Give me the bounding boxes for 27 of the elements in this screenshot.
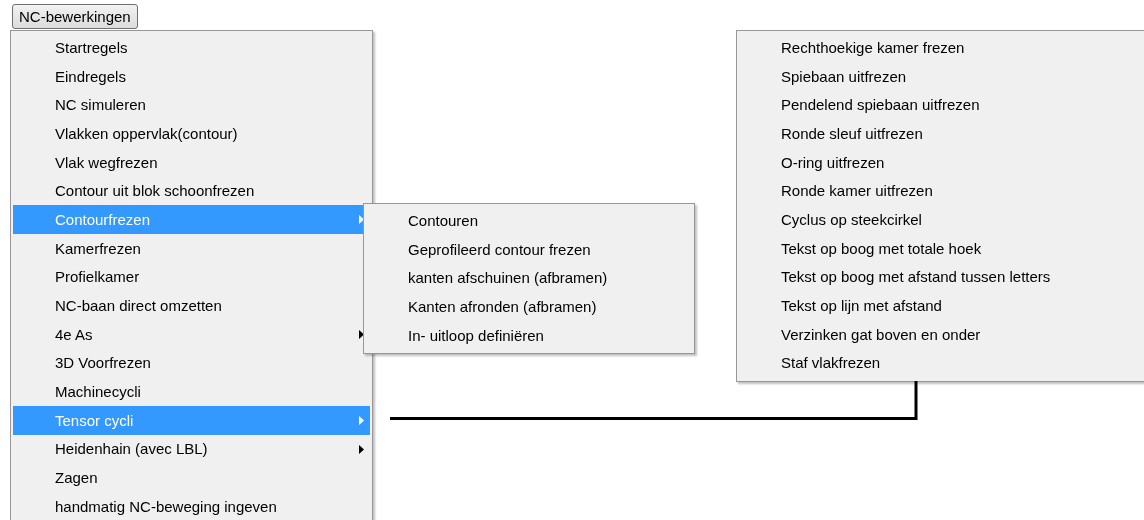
menu-item[interactable]: Ronde sleuf uitfrezen: [739, 119, 1144, 148]
menu-item[interactable]: Machinecycli: [13, 377, 370, 406]
menu-item[interactable]: NC simuleren: [13, 90, 370, 120]
menu-button[interactable]: NC-bewerkingen: [12, 4, 138, 29]
menu-item[interactable]: Spiebaan uitfrezen: [739, 61, 1144, 91]
menu-item[interactable]: Staf vlakfrezen: [739, 348, 1144, 378]
menu-item[interactable]: Vlakken oppervlak(contour): [13, 119, 370, 148]
menu-item[interactable]: Vlak wegfrezen: [13, 147, 370, 177]
menu-item[interactable]: Startregels: [13, 33, 370, 62]
menu-item[interactable]: Contour uit blok schoonfrezen: [13, 176, 370, 206]
menu-item[interactable]: kanten afschuinen (afbramen): [366, 263, 692, 293]
menu-item[interactable]: Verzinken gat boven en onder: [739, 319, 1144, 349]
menu-item[interactable]: Eindregels: [13, 61, 370, 91]
menu-item[interactable]: handmatig NC-beweging ingeven: [13, 492, 370, 520]
menu-item[interactable]: Ronde kamer uitfrezen: [739, 176, 1144, 206]
menu-item[interactable]: Tekst op boog met totale hoek: [739, 233, 1144, 263]
menu-item[interactable]: Geprofileerd contour frezen: [366, 234, 692, 264]
menu-item[interactable]: Zagen: [13, 463, 370, 492]
menu-item[interactable]: Cyclus op steekcirkel: [739, 205, 1144, 234]
menu-item[interactable]: O-ring uitfrezen: [739, 147, 1144, 177]
menu-item[interactable]: Rechthoekige kamer frezen: [739, 33, 1144, 62]
menu-item[interactable]: Kanten afronden (afbramen): [366, 292, 692, 321]
menu-item[interactable]: Tekst op boog met afstand tussen letters: [739, 262, 1144, 292]
menu-item[interactable]: Pendelend spiebaan uitfrezen: [739, 90, 1144, 120]
menu-item[interactable]: Heidenhain (avec LBL): [13, 434, 370, 464]
menu-item[interactable]: Tekst op lijn met afstand: [739, 291, 1144, 320]
menu-item[interactable]: 3D Voorfrezen: [13, 348, 370, 378]
